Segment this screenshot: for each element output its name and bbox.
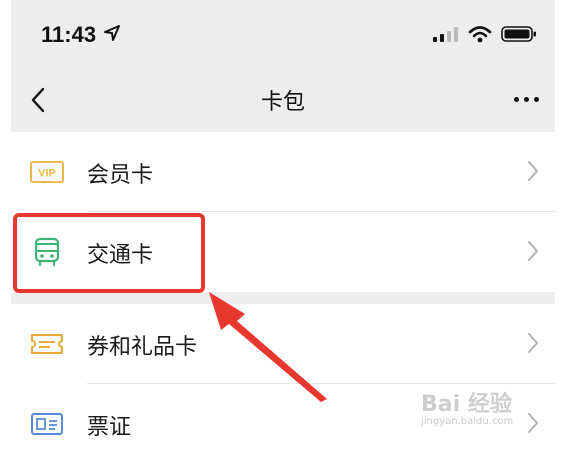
chevron-right-icon xyxy=(527,412,539,438)
page-title: 卡包 xyxy=(260,90,305,115)
chevron-right-icon xyxy=(527,240,539,266)
navigation-bar: 卡包 xyxy=(11,70,555,132)
watermark-logo: Bai 经验 xyxy=(421,392,512,417)
coupon-icon xyxy=(29,328,65,360)
status-time: 11:43 xyxy=(41,22,97,47)
signal-icon xyxy=(433,26,459,46)
location-arrow-icon xyxy=(103,24,121,46)
chevron-right-icon xyxy=(527,160,539,186)
id-card-icon xyxy=(29,408,65,440)
status-bar: 11:43 xyxy=(11,0,555,70)
list-item-label: 会员卡 xyxy=(87,163,154,188)
highlight-box xyxy=(13,213,205,293)
chevron-right-icon xyxy=(527,332,539,358)
list-item-label: 券和礼品卡 xyxy=(87,335,198,360)
status-icons xyxy=(433,25,537,47)
watermark: Bai 经验 jingyan.baidu.com xyxy=(421,386,513,427)
list-item-label: 票证 xyxy=(87,415,132,440)
red-arrow-icon xyxy=(201,288,331,407)
more-dots-icon[interactable] xyxy=(514,97,539,102)
wechat-card-package-screen: 11:43 卡包 VIP 会员卡 交通卡 券和礼品卡 票证 Bai 经验 jin… xyxy=(11,0,555,451)
battery-icon xyxy=(501,25,537,47)
list-item-member-card[interactable]: VIP 会员卡 xyxy=(11,132,555,212)
vip-card-icon: VIP xyxy=(29,156,65,188)
wifi-icon xyxy=(468,25,492,47)
watermark-url: jingyan.baidu.com xyxy=(421,416,514,427)
svg-text:VIP: VIP xyxy=(38,168,56,180)
